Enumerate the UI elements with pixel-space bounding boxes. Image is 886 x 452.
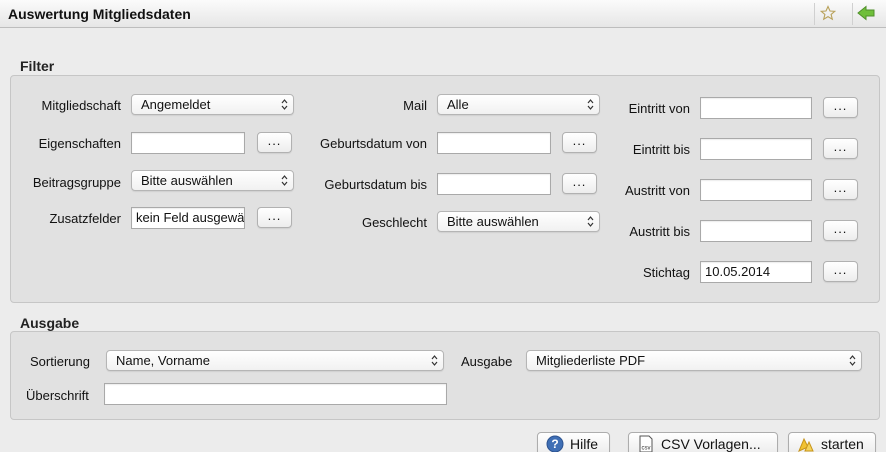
ausgabe-select[interactable]: Mitgliederliste PDF [526, 350, 862, 371]
mail-value: Alle [447, 97, 469, 112]
svg-text:?: ? [551, 437, 558, 451]
austritt-von-label: Austritt von [624, 183, 690, 198]
zusatzfelder-picker-button[interactable]: ... [257, 207, 292, 228]
geschlecht-label: Geschlecht [361, 215, 427, 230]
mitgliedschaft-select[interactable]: Angemeldet [131, 94, 294, 115]
filter-group-title: Filter [20, 58, 55, 74]
back-button[interactable] [852, 3, 878, 25]
geburtsdatum-von-picker-button[interactable]: ... [562, 132, 597, 153]
eigenschaften-input[interactable] [131, 132, 245, 154]
select-arrows-icon [587, 99, 594, 110]
help-icon: ? [546, 435, 564, 452]
window-title: Auswertung Mitgliedsdaten [8, 6, 191, 22]
start-button-label: starten [821, 436, 864, 452]
ausgabe-value: Mitgliederliste PDF [536, 353, 646, 368]
ueberschrift-input[interactable] [104, 383, 447, 405]
csv-vorlagen-button-label: CSV Vorlagen... [661, 436, 761, 452]
eintritt-von-label: Eintritt von [628, 101, 690, 116]
eintritt-bis-picker-button[interactable]: ... [823, 138, 858, 159]
select-arrows-icon [281, 99, 288, 110]
austritt-von-input[interactable] [700, 179, 812, 201]
austritt-bis-picker-button[interactable]: ... [823, 220, 858, 241]
select-arrows-icon [849, 355, 856, 366]
mitgliedschaft-value: Angemeldet [141, 97, 211, 112]
select-arrows-icon [431, 355, 438, 366]
mitgliedschaft-label: Mitgliedschaft [41, 98, 121, 113]
sortierung-value: Name, Vorname [116, 353, 210, 368]
sortierung-select[interactable]: Name, Vorname [106, 350, 444, 371]
mail-label: Mail [403, 98, 427, 113]
geburtsdatum-bis-picker-button[interactable]: ... [562, 173, 597, 194]
start-button[interactable]: starten [788, 432, 876, 452]
select-arrows-icon [587, 216, 594, 227]
bookmark-button[interactable] [814, 3, 840, 25]
csv-icon-text: csv [642, 446, 651, 452]
eintritt-bis-input[interactable] [700, 138, 812, 160]
geschlecht-value: Bitte auswählen [447, 214, 539, 229]
eintritt-von-picker-button[interactable]: ... [823, 97, 858, 118]
eigenschaften-label: Eigenschaften [38, 136, 121, 151]
sortierung-label: Sortierung [30, 354, 90, 369]
ausgabe-label: Ausgabe [461, 354, 513, 369]
star-icon [819, 4, 836, 24]
mail-select[interactable]: Alle [437, 94, 600, 115]
zusatzfelder-label: Zusatzfelder [49, 211, 121, 226]
help-button[interactable]: ? Hilfe [537, 432, 610, 452]
csv-vorlagen-button[interactable]: csv CSV Vorlagen... [628, 432, 778, 452]
ausgabe-group [10, 331, 880, 420]
back-arrow-icon [856, 4, 875, 24]
ueberschrift-label: Überschrift [26, 388, 89, 403]
eintritt-von-input[interactable] [700, 97, 812, 119]
stichtag-picker-button[interactable]: ... [823, 261, 858, 282]
csv-file-icon: csv [637, 435, 655, 452]
ausgabe-group-title: Ausgabe [20, 315, 80, 331]
title-bar: Auswertung Mitgliedsdaten [0, 0, 886, 28]
geburtsdatum-von-input[interactable] [437, 132, 551, 154]
eigenschaften-picker-button[interactable]: ... [257, 132, 292, 153]
austritt-bis-input[interactable] [700, 220, 812, 242]
start-icon [797, 435, 815, 452]
beitragsgruppe-label: Beitragsgruppe [32, 175, 121, 190]
eintritt-bis-label: Eintritt bis [632, 142, 690, 157]
select-arrows-icon [281, 175, 288, 186]
stichtag-label: Stichtag [643, 265, 690, 280]
geburtsdatum-von-label: Geburtsdatum von [320, 136, 427, 151]
beitragsgruppe-value: Bitte auswählen [141, 173, 233, 188]
austritt-von-picker-button[interactable]: ... [823, 179, 858, 200]
geschlecht-select[interactable]: Bitte auswählen [437, 211, 600, 232]
beitragsgruppe-select[interactable]: Bitte auswählen [131, 170, 294, 191]
geburtsdatum-bis-label: Geburtsdatum bis [324, 177, 427, 192]
stichtag-input[interactable]: 10.05.2014 [700, 261, 812, 283]
help-button-label: Hilfe [570, 436, 599, 452]
zusatzfelder-input[interactable]: kein Feld ausgewä [131, 207, 245, 229]
geburtsdatum-bis-input[interactable] [437, 173, 551, 195]
austritt-bis-label: Austritt bis [629, 224, 690, 239]
